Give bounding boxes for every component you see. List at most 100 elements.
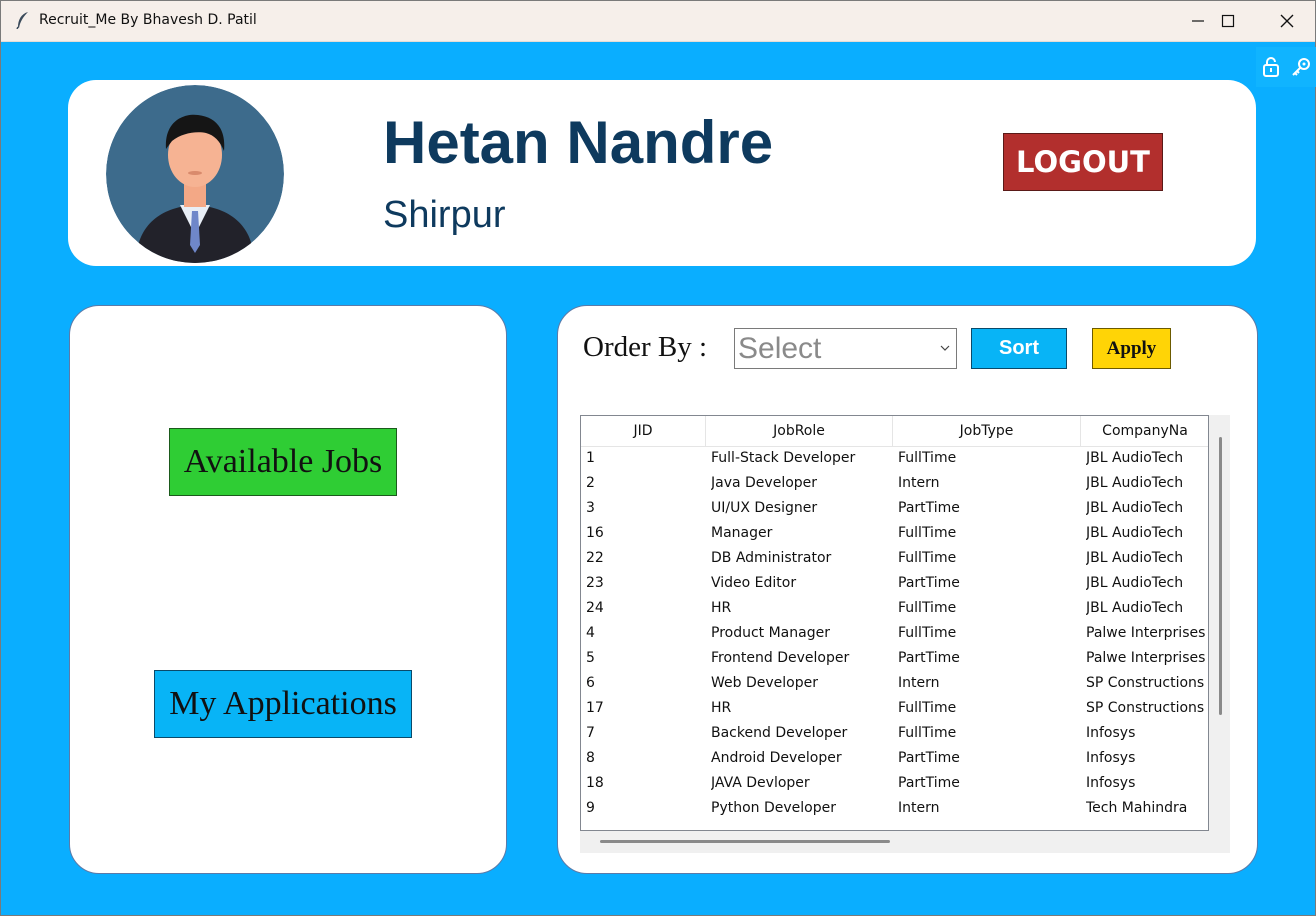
table-cell: Product Manager	[711, 625, 830, 641]
table-cell: Python Developer	[711, 800, 836, 816]
order-by-select-value: Select	[738, 332, 822, 365]
my-applications-button[interactable]: My Applications	[154, 670, 412, 738]
table-cell: JBL AudioTech	[1086, 525, 1184, 541]
column-header[interactable]: CompanyNa	[1081, 416, 1208, 446]
table-cell: Palwe Interprises	[1086, 650, 1206, 666]
jobs-table[interactable]: JID JobRole JobType CompanyNa 1 Full-Stack D…	[580, 415, 1209, 831]
table-cell: 1	[586, 450, 595, 466]
table-cell: PartTime	[898, 575, 960, 591]
table-cell: 16	[586, 525, 604, 541]
apply-button[interactable]: Apply	[1092, 328, 1171, 369]
order-by-select[interactable]: Select	[734, 328, 957, 369]
table-cell: Android Developer	[711, 750, 842, 766]
table-cell: SP Constructions	[1086, 675, 1205, 691]
jobs-panel: Order By : Select Sort Apply JID JobRole J…	[557, 305, 1258, 874]
table-cell: Intern	[898, 475, 940, 491]
table-cell: FullTime	[898, 700, 957, 716]
table-cell: JAVA Devloper	[711, 775, 810, 791]
column-header[interactable]: JID	[581, 416, 706, 446]
user-name: Hetan Nandre	[383, 109, 774, 176]
title-bar[interactable]: Recruit_Me By Bhavesh D. Patil	[1, 1, 1315, 42]
table-row[interactable]: 9 Python Developer Intern Tech Mahindra	[581, 796, 1208, 821]
table-cell: JBL AudioTech	[1086, 475, 1184, 491]
column-header[interactable]: JobRole	[706, 416, 893, 446]
table-cell: FullTime	[898, 550, 957, 566]
table-cell: 9	[586, 800, 595, 816]
table-cell: DB Administrator	[711, 550, 832, 566]
vertical-scroll-thumb[interactable]	[1219, 437, 1222, 715]
user-city: Shirpur	[383, 194, 506, 236]
table-cell: 3	[586, 500, 595, 516]
table-row[interactable]: 3 UI/UX Designer PartTime JBL AudioTech	[581, 496, 1208, 521]
close-icon	[1280, 14, 1294, 28]
table-cell: 2	[586, 475, 595, 491]
table-cell: 5	[586, 650, 595, 666]
table-cell: 17	[586, 700, 604, 716]
column-header[interactable]: JobType	[893, 416, 1081, 446]
table-cell: SP Constructions	[1086, 700, 1205, 716]
table-cell: 8	[586, 750, 595, 766]
lock-icon[interactable]	[1261, 56, 1281, 78]
table-cell: Palwe Interprises	[1086, 625, 1206, 641]
maximize-button[interactable]	[1199, 1, 1257, 41]
table-row[interactable]: 22 DB Administrator FullTime JBL AudioTech	[581, 546, 1208, 571]
feather-icon	[15, 11, 31, 30]
table-row[interactable]: 7 Backend Developer FullTime Infosys	[581, 721, 1208, 746]
table-row[interactable]: 1 Full-Stack Developer FullTime JBL AudioTe…	[581, 446, 1208, 471]
table-row[interactable]: 23 Video Editor PartTime JBL AudioTech	[581, 571, 1208, 596]
table-row[interactable]: 2 Java Developer Intern JBL AudioTech	[581, 471, 1208, 496]
table-row[interactable]: 4 Product Manager FullTime Palwe Interprise…	[581, 621, 1208, 646]
available-jobs-button[interactable]: Available Jobs	[169, 428, 397, 496]
table-cell: 6	[586, 675, 595, 691]
table-row[interactable]: 8 Android Developer PartTime Infosys	[581, 746, 1208, 771]
table-cell: 7	[586, 725, 595, 741]
horizontal-scroll-thumb[interactable]	[600, 840, 890, 843]
table-cell: 22	[586, 550, 604, 566]
table-cell: Backend Developer	[711, 725, 848, 741]
table-cell: Intern	[898, 675, 940, 691]
table-cell: Web Developer	[711, 675, 818, 691]
table-row[interactable]: 17 HR FullTime SP Constructions	[581, 696, 1208, 721]
table-cell: Intern	[898, 800, 940, 816]
table-cell: HR	[711, 600, 732, 616]
table-row[interactable]: 24 HR FullTime JBL AudioTech	[581, 596, 1208, 621]
table-cell: Video Editor	[711, 575, 797, 591]
table-body: 1 Full-Stack Developer FullTime JBL AudioTe…	[581, 446, 1208, 821]
table-cell: Java Developer	[711, 475, 818, 491]
vertical-scrollbar[interactable]	[1209, 415, 1230, 831]
table-cell: Tech Mahindra	[1086, 800, 1188, 816]
table-cell: 24	[586, 600, 604, 616]
jobs-table-container: JID JobRole JobType CompanyNa 1 Full-Stack D…	[580, 415, 1230, 853]
table-cell: Frontend Developer	[711, 650, 850, 666]
table-cell: JBL AudioTech	[1086, 450, 1184, 466]
table-cell: FullTime	[898, 625, 957, 641]
close-button[interactable]	[1258, 1, 1316, 41]
maximize-icon	[1221, 14, 1235, 28]
table-cell: JBL AudioTech	[1086, 550, 1184, 566]
key-icon[interactable]	[1290, 56, 1312, 78]
window-title: Recruit_Me By Bhavesh D. Patil	[39, 12, 257, 28]
chevron-down-icon	[940, 345, 950, 351]
logout-button[interactable]: LOGOUT	[1003, 133, 1163, 191]
table-row[interactable]: 6 Web Developer Intern SP Constructions	[581, 671, 1208, 696]
table-cell: Infosys	[1086, 725, 1136, 741]
corner-tools	[1256, 47, 1316, 87]
app-window: Recruit_Me By Bhavesh D. Patil Hetan Nan…	[0, 0, 1316, 916]
table-cell: PartTime	[898, 775, 960, 791]
table-cell: FullTime	[898, 725, 957, 741]
table-cell: FullTime	[898, 600, 957, 616]
table-cell: UI/UX Designer	[711, 500, 818, 516]
table-cell: FullTime	[898, 450, 957, 466]
table-cell: PartTime	[898, 650, 960, 666]
table-row[interactable]: 18 JAVA Devloper PartTime Infosys	[581, 771, 1208, 796]
table-cell: Infosys	[1086, 775, 1136, 791]
table-cell: 18	[586, 775, 604, 791]
table-cell: 23	[586, 575, 604, 591]
horizontal-scrollbar[interactable]	[580, 831, 1230, 853]
table-cell: JBL AudioTech	[1086, 575, 1184, 591]
table-cell: Manager	[711, 525, 773, 541]
table-row[interactable]: 16 Manager FullTime JBL AudioTech	[581, 521, 1208, 546]
sort-button[interactable]: Sort	[971, 328, 1067, 369]
table-cell: HR	[711, 700, 732, 716]
table-row[interactable]: 5 Frontend Developer PartTime Palwe Interpr…	[581, 646, 1208, 671]
